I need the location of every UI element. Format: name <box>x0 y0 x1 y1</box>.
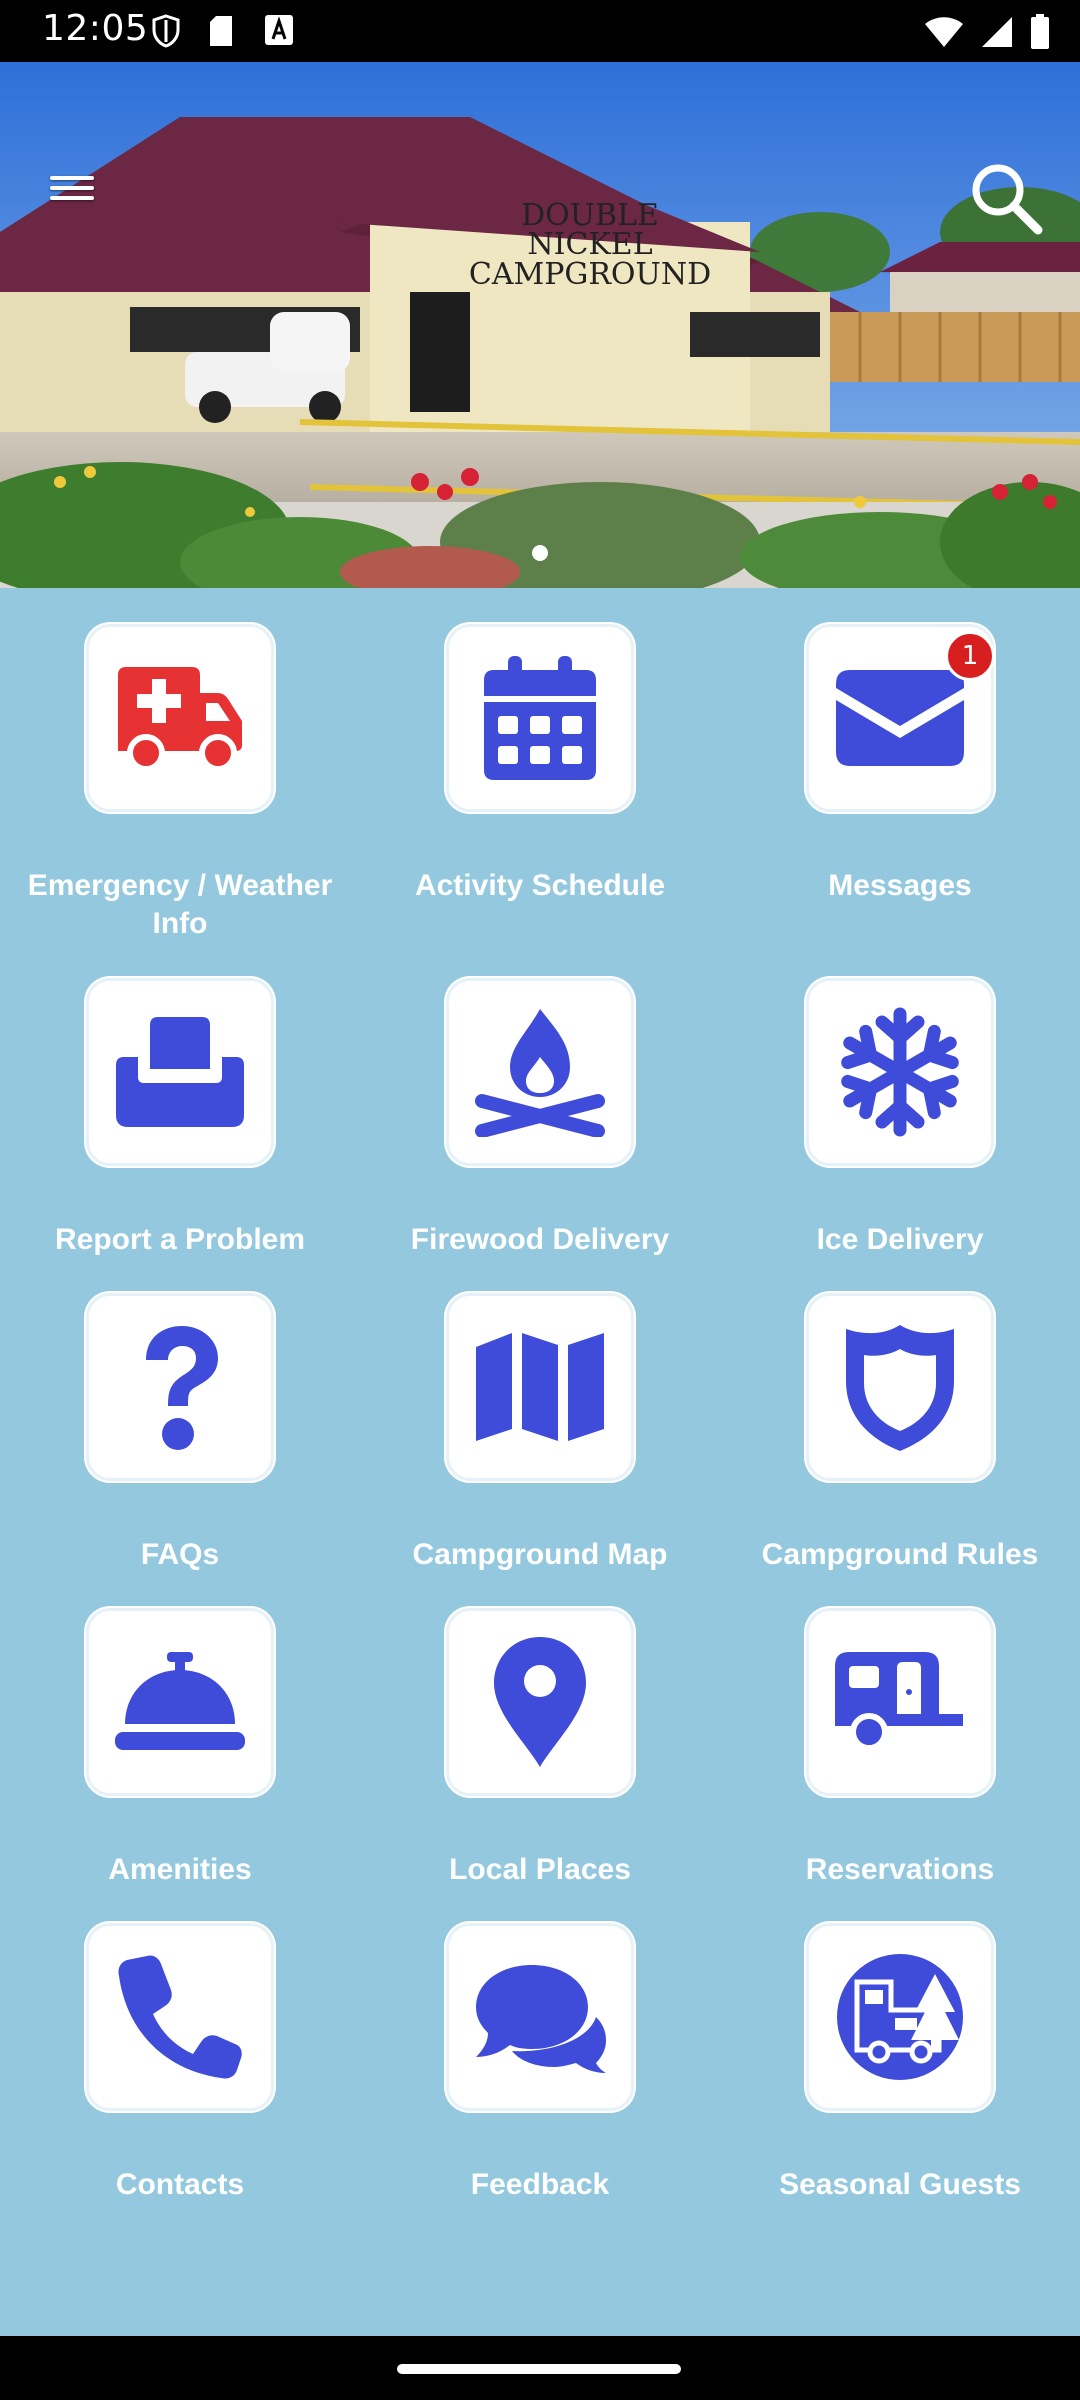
snowflake-icon <box>841 1007 959 1137</box>
camper-trailer-icon <box>835 1652 963 1751</box>
question-mark-icon <box>146 1326 218 1450</box>
tile-icon-box <box>446 978 634 1166</box>
tile-label: Campground Map <box>412 1538 668 1571</box>
feature-grid: Emergency / Weather Info Activity Schedu… <box>0 588 1080 2336</box>
sd-card-icon <box>210 16 232 46</box>
status-bar: 12:05 <box>0 0 1080 62</box>
folded-map-icon <box>476 1333 604 1441</box>
tile-faqs[interactable]: FAQs <box>0 1293 360 1571</box>
system-nav-bar <box>0 2336 1080 2400</box>
font-a-icon <box>265 15 293 45</box>
campground-photo: DOUBLE NICKEL CAMPGROUND <box>0 62 1080 588</box>
tile-label: Feedback <box>470 2168 610 2201</box>
search-icon[interactable] <box>966 158 1046 238</box>
tile-icon-box: 1 <box>806 624 995 812</box>
tile-icon-box <box>806 1608 994 1796</box>
tile-label: Seasonal Guests <box>779 2168 1021 2201</box>
tile-label: Campground Rules <box>761 1538 1039 1571</box>
tile-ice-delivery[interactable]: Ice Delivery <box>720 978 1080 1256</box>
tile-campground-map[interactable]: Campground Map <box>360 1293 720 1571</box>
tile-campground-rules[interactable]: Campground Rules <box>720 1293 1080 1571</box>
tile-label: Reservations <box>805 1853 995 1886</box>
tile-label: Activity Schedule <box>414 869 666 902</box>
tile-report-a-problem[interactable]: Report a Problem <box>0 978 360 1256</box>
envelope-icon <box>836 670 964 766</box>
tile-seasonal-guests[interactable]: Seasonal Guests <box>720 1923 1080 2201</box>
signal-icon <box>982 17 1012 47</box>
tile-icon-box <box>86 1608 274 1796</box>
tile-emergency-weather-info[interactable]: Emergency / Weather Info <box>0 624 360 940</box>
map-pin-icon <box>494 1637 586 1767</box>
ambulance-icon <box>118 667 242 772</box>
campfire-icon <box>475 1009 605 1137</box>
chat-bubbles-icon <box>476 1965 606 2073</box>
tile-icon-box <box>446 1608 634 1796</box>
tile-amenities[interactable]: Amenities <box>0 1608 360 1886</box>
home-gesture-handle[interactable] <box>397 2364 681 2374</box>
tile-icon-box <box>86 1293 274 1481</box>
tile-icon-box <box>806 1293 994 1481</box>
tile-icon-box <box>806 978 994 1166</box>
tile-messages[interactable]: 1 Messages <box>720 624 1080 904</box>
tile-icon-box <box>446 1293 634 1481</box>
hero-banner[interactable]: DOUBLE NICKEL CAMPGROUND <box>0 62 1080 588</box>
tile-contacts[interactable]: Contacts <box>0 1923 360 2201</box>
tile-label: Report a Problem <box>54 1223 306 1256</box>
tile-label: Amenities <box>108 1853 252 1886</box>
service-bell-icon <box>115 1652 245 1750</box>
tile-label: Emergency / Weather Info <box>27 869 333 940</box>
tile-label: Contacts <box>115 2168 245 2201</box>
tile-activity-schedule[interactable]: Activity Schedule <box>360 624 720 904</box>
tile-icon-box <box>806 1923 994 2111</box>
tile-label: FAQs <box>140 1538 220 1571</box>
carousel-dot-active[interactable] <box>532 545 548 561</box>
sign-line-3: CAMPGROUND <box>469 257 711 292</box>
calendar-icon <box>484 656 596 780</box>
tile-label: Ice Delivery <box>816 1223 984 1256</box>
tile-icon-box <box>86 1923 274 2111</box>
shield-icon <box>152 14 180 48</box>
rv-trees-icon <box>837 1954 963 2080</box>
carousel-indicator <box>0 545 1080 566</box>
wifi-icon <box>925 17 963 47</box>
status-time: 12:05 <box>42 8 149 49</box>
phone-icon <box>118 1955 242 2079</box>
tile-feedback[interactable]: Feedback <box>360 1923 720 2201</box>
inbox-tray-icon <box>116 1017 244 1127</box>
tile-icon-box <box>446 624 634 812</box>
tile-reservations[interactable]: Reservations <box>720 1608 1080 1886</box>
tile-icon-box <box>446 1923 634 2111</box>
tile-firewood-delivery[interactable]: Firewood Delivery <box>360 978 720 1256</box>
tile-label: Local Places <box>449 1853 631 1886</box>
unread-badge: 1 <box>945 631 995 681</box>
hamburger-menu-icon[interactable] <box>44 170 104 220</box>
tile-label: Firewood Delivery <box>410 1223 670 1256</box>
tile-icon-box <box>86 624 274 812</box>
tile-icon-box <box>86 978 274 1166</box>
tile-label: Messages <box>828 869 972 902</box>
tile-local-places[interactable]: Local Places <box>360 1608 720 1886</box>
battery-icon <box>1031 14 1049 49</box>
shield-badge-icon <box>846 1325 954 1451</box>
